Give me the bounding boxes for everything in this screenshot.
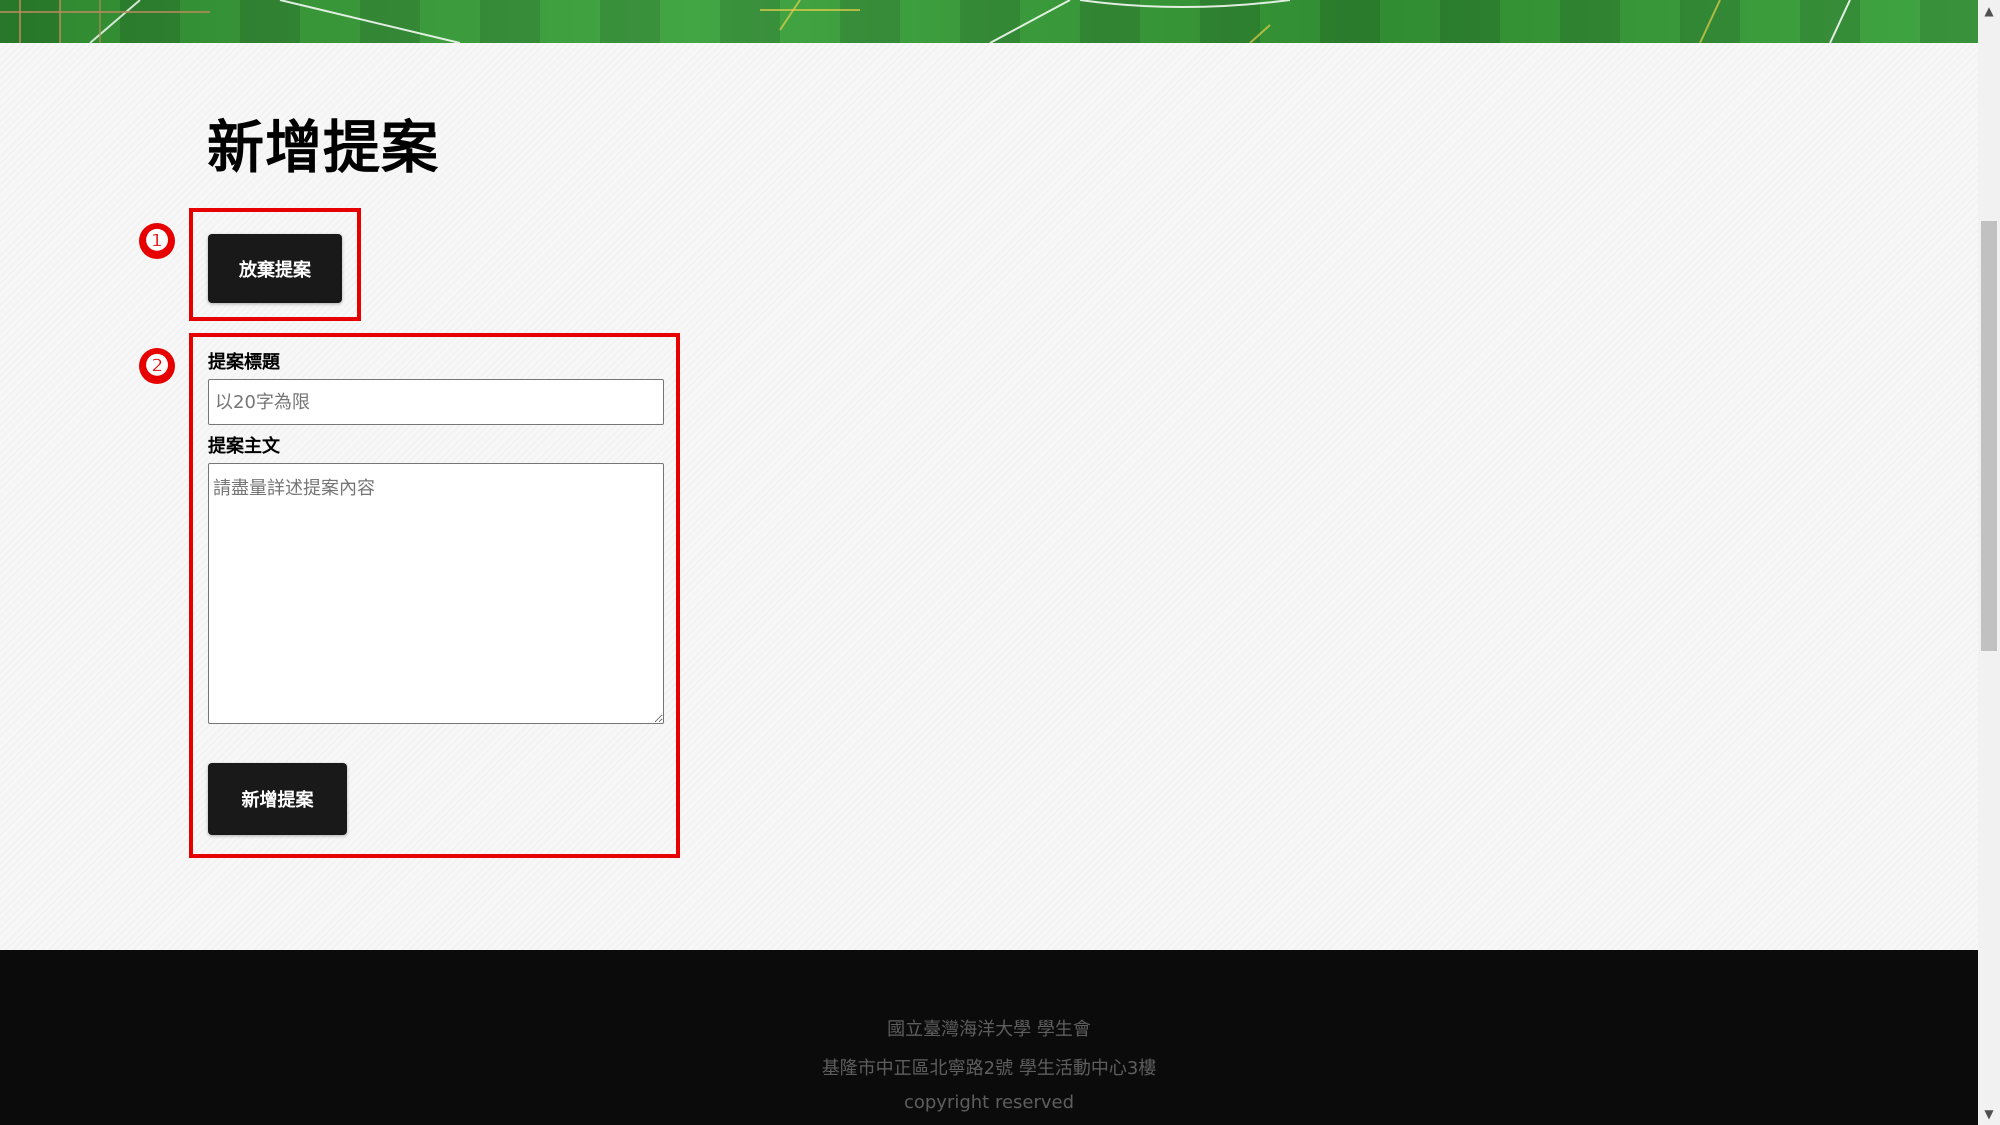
footer-address: 基隆市中正區北寧路2號 學生活動中心3樓 bbox=[821, 1058, 1157, 1079]
annotation-marker-1: ❶ bbox=[139, 223, 175, 259]
body-field-label: 提案主文 bbox=[208, 436, 280, 457]
scrollbar-thumb[interactable] bbox=[1981, 221, 1997, 651]
footer-organization: 國立臺灣海洋大學 學生會 bbox=[887, 1019, 1091, 1040]
scroll-down-icon[interactable]: ▼ bbox=[1978, 1105, 2000, 1123]
footer: 國立臺灣海洋大學 學生會 基隆市中正區北寧路2號 學生活動中心3樓 copyri… bbox=[0, 950, 1978, 1125]
submit-proposal-button[interactable]: 新增提案 bbox=[208, 763, 347, 835]
soccer-field-image bbox=[0, 0, 1851, 43]
annotation-marker-2: ❷ bbox=[139, 348, 175, 384]
page: 新增提案 ❶ 放棄提案 ❷ 提案標題 提案主文 新增提案 國立臺灣海洋大學 學生… bbox=[0, 0, 1978, 1125]
footer-copyright: copyright reserved bbox=[903, 1092, 1075, 1113]
scroll-up-icon[interactable]: ▲ bbox=[1978, 2, 2000, 20]
hero-banner-image bbox=[0, 0, 1978, 43]
title-field-label: 提案標題 bbox=[208, 352, 280, 373]
page-title: 新增提案 bbox=[207, 115, 439, 181]
abandon-proposal-button[interactable]: 放棄提案 bbox=[208, 234, 342, 303]
proposal-title-input[interactable] bbox=[208, 379, 664, 425]
proposal-body-textarea[interactable] bbox=[208, 463, 664, 724]
vertical-scrollbar[interactable]: ▲ ▼ bbox=[1978, 0, 2000, 1125]
